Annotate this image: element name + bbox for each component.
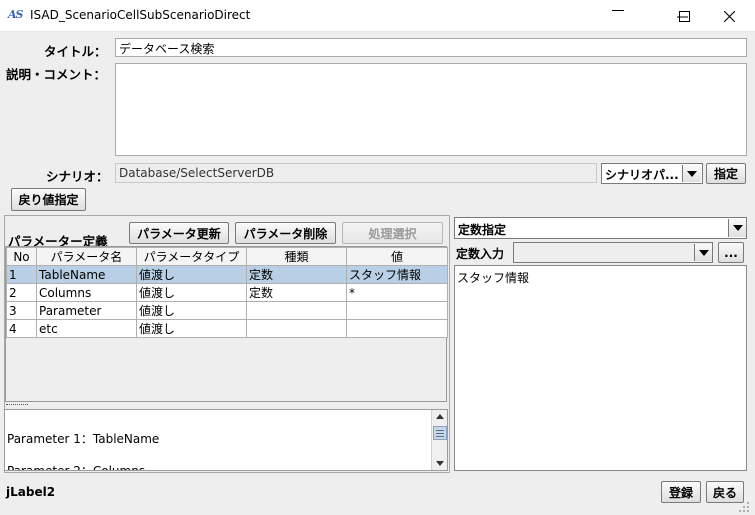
- maximize-icon: [678, 10, 690, 22]
- column-header[interactable]: 値: [346, 247, 448, 266]
- scenario-combo-value: シナリオパ...: [605, 168, 679, 182]
- close-icon: [723, 10, 735, 22]
- title-label: タイトル：: [44, 44, 107, 59]
- constant-input-arrow[interactable]: [694, 244, 712, 261]
- cell-type[interactable]: 値渡し: [136, 319, 247, 338]
- cell-value[interactable]: [346, 319, 448, 338]
- chevron-down-icon: [732, 225, 743, 231]
- constant-mode-arrow[interactable]: [728, 219, 746, 237]
- cell-name[interactable]: Columns: [36, 283, 137, 302]
- resize-grip-icon[interactable]: [738, 501, 750, 513]
- scenario-combo-arrow[interactable]: [682, 165, 701, 182]
- cell-type[interactable]: 値渡し: [136, 265, 247, 284]
- cell-no[interactable]: 2: [6, 283, 37, 302]
- param-description-line: Parameter 2：Columns: [7, 464, 146, 471]
- scroll-thumb[interactable]: [433, 426, 447, 440]
- cell-value[interactable]: *: [346, 283, 448, 302]
- scenario-field: Database/SelectServerDB: [115, 163, 597, 183]
- param-description-area[interactable]: Parameter 1：TableName Parameter 2：Column…: [4, 409, 448, 471]
- param-delete-button[interactable]: パラメータ削除: [235, 222, 336, 244]
- back-button[interactable]: 戻る: [706, 481, 744, 503]
- window-title: ISAD_ScenarioCellSubScenarioDirect: [30, 8, 251, 22]
- column-header[interactable]: No: [6, 247, 37, 266]
- title-input[interactable]: データベース検索: [115, 38, 747, 57]
- chevron-down-icon: [687, 170, 697, 177]
- cell-value[interactable]: [346, 301, 448, 320]
- cell-no[interactable]: 4: [6, 319, 37, 338]
- cell-kind[interactable]: 定数: [246, 265, 347, 284]
- cell-no[interactable]: 3: [6, 301, 37, 320]
- constant-mode-combo[interactable]: 定数指定: [454, 217, 747, 239]
- constant-input-combo[interactable]: [513, 242, 713, 263]
- close-button[interactable]: [706, 0, 752, 32]
- parameter-table-scrollpane: No パラメータ名 パラメータタイプ 種類 値 1 TableName 値渡し …: [5, 246, 448, 402]
- return-value-button[interactable]: 戻り値指定: [11, 188, 86, 211]
- table-header-row: No パラメータ名 パラメータタイプ 種類 値: [6, 247, 448, 266]
- maximize-button[interactable]: [661, 0, 707, 32]
- cell-name[interactable]: Parameter: [36, 301, 137, 320]
- scenario-label: シナリオ：: [46, 169, 109, 184]
- status-label: jLabel2: [6, 485, 56, 499]
- cell-name[interactable]: etc: [36, 319, 137, 338]
- vertical-scrollbar[interactable]: [431, 410, 447, 470]
- column-header[interactable]: パラメータ名: [36, 247, 137, 266]
- column-header[interactable]: パラメータタイプ: [136, 247, 247, 266]
- process-select-button[interactable]: 処理選択: [342, 222, 443, 244]
- column-header[interactable]: 種類: [246, 247, 347, 266]
- table-row[interactable]: 3 Parameter 値渡し: [6, 301, 448, 320]
- register-button[interactable]: 登録: [661, 481, 701, 503]
- scroll-down-icon[interactable]: [436, 461, 444, 466]
- designate-button[interactable]: 指定: [706, 163, 746, 184]
- desc-label: 説明・コメント：: [6, 67, 107, 82]
- constant-mode-value: 定数指定: [458, 223, 507, 237]
- app-icon: AS: [8, 8, 23, 21]
- constant-input-label: 定数入力: [456, 247, 505, 261]
- constant-text: スタッフ情報: [457, 271, 530, 285]
- table-row[interactable]: 1 TableName 値渡し 定数 スタッフ情報: [6, 265, 448, 284]
- cell-kind[interactable]: [246, 319, 347, 338]
- cell-kind[interactable]: 定数: [246, 283, 347, 302]
- cell-type[interactable]: 値渡し: [136, 283, 247, 302]
- chevron-down-icon: [698, 249, 709, 256]
- cell-kind[interactable]: [246, 301, 347, 320]
- table-row[interactable]: 2 Columns 値渡し 定数 *: [6, 283, 448, 302]
- parameter-table: No パラメータ名 パラメータタイプ 種類 値 1 TableName 値渡し …: [6, 247, 448, 338]
- table-row[interactable]: 4 etc 値渡し: [6, 319, 448, 338]
- param-description-line: Parameter 1：TableName: [7, 432, 160, 446]
- ellipsis-button[interactable]: ...: [718, 242, 744, 263]
- param-update-button[interactable]: パラメータ更新: [129, 222, 229, 244]
- cell-type[interactable]: 値渡し: [136, 301, 247, 320]
- cell-name[interactable]: TableName: [36, 265, 137, 284]
- scenario-combo[interactable]: シナリオパ...: [601, 163, 703, 184]
- title-bar: AS ISAD_ScenarioCellSubScenarioDirect: [0, 0, 755, 32]
- minimize-icon: [612, 10, 624, 11]
- cell-value[interactable]: スタッフ情報: [346, 265, 448, 284]
- cell-no[interactable]: 1: [6, 265, 37, 284]
- desc-textarea[interactable]: [115, 63, 747, 156]
- constant-textarea[interactable]: スタッフ情報: [454, 265, 747, 471]
- splitter-grip[interactable]: [6, 404, 28, 408]
- scroll-up-icon[interactable]: [436, 414, 444, 419]
